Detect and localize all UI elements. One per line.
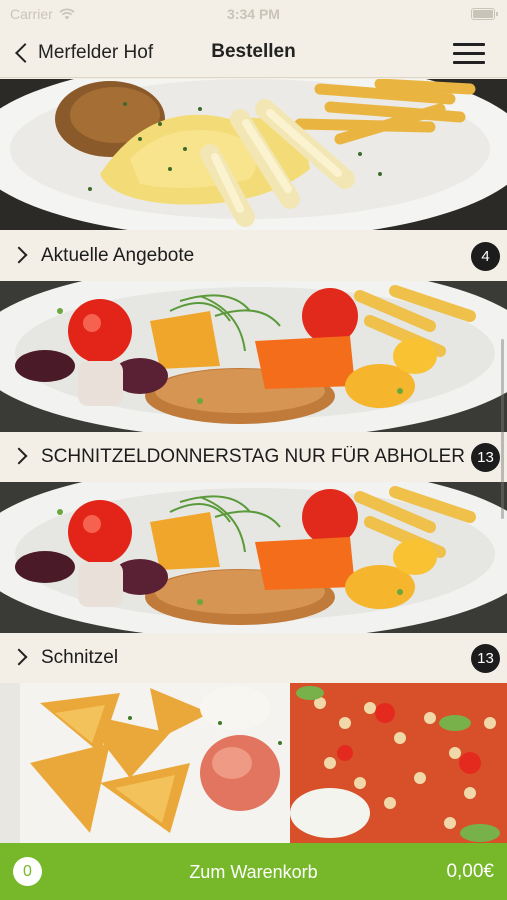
category-row-schnitzel[interactable]: Schnitzel 13 xyxy=(0,633,507,683)
category-label: SCHNITZELDONNERSTAG NUR FÜR ABHOLER xyxy=(41,446,466,467)
cart-label: Zum Warenkorb xyxy=(189,862,318,882)
back-label: Merfelder Hof xyxy=(38,42,154,63)
battery-icon xyxy=(471,8,498,20)
status-bar: Carrier 3:34 PM xyxy=(0,0,507,28)
cart-total: 0,00€ xyxy=(446,861,494,882)
category-count-badge: 13 xyxy=(471,443,500,472)
category-label: Schnitzel xyxy=(41,647,119,668)
category-photo-schnitzel-vegetables[interactable] xyxy=(0,281,507,432)
chevron-right-icon xyxy=(10,447,28,465)
cart-count-badge: 0 xyxy=(13,857,42,886)
category-row-aktuelle-angebote[interactable]: Aktuelle Angebote 4 xyxy=(0,231,507,281)
chevron-right-icon xyxy=(10,648,28,666)
category-label: Aktuelle Angebote xyxy=(41,245,195,266)
status-time: 3:34 PM xyxy=(227,6,280,22)
back-button[interactable]: Merfelder Hof xyxy=(12,38,153,68)
category-row-schnitzeldonnerstag[interactable]: SCHNITZELDONNERSTAG NUR FÜR ABHOLER 13 xyxy=(0,432,507,482)
nav-bar: Merfelder Hof Bestellen xyxy=(0,28,507,78)
cart-button[interactable]: 0 Zum Warenkorb 0,00€ xyxy=(0,843,507,900)
category-photo-schnitzel[interactable] xyxy=(0,482,507,633)
category-count-badge: 13 xyxy=(471,644,500,673)
category-list[interactable]: Aktuelle Angebote 4 SCHNITZELDONNERSTAG … xyxy=(0,79,507,843)
category-photo-salad[interactable] xyxy=(0,683,507,843)
chevron-left-icon xyxy=(15,43,35,63)
category-count-badge: 4 xyxy=(471,242,500,271)
chevron-right-icon xyxy=(10,246,28,264)
category-photo-asparagus[interactable] xyxy=(0,79,507,230)
scroll-indicator xyxy=(501,339,504,519)
hamburger-menu-icon[interactable] xyxy=(453,41,485,65)
